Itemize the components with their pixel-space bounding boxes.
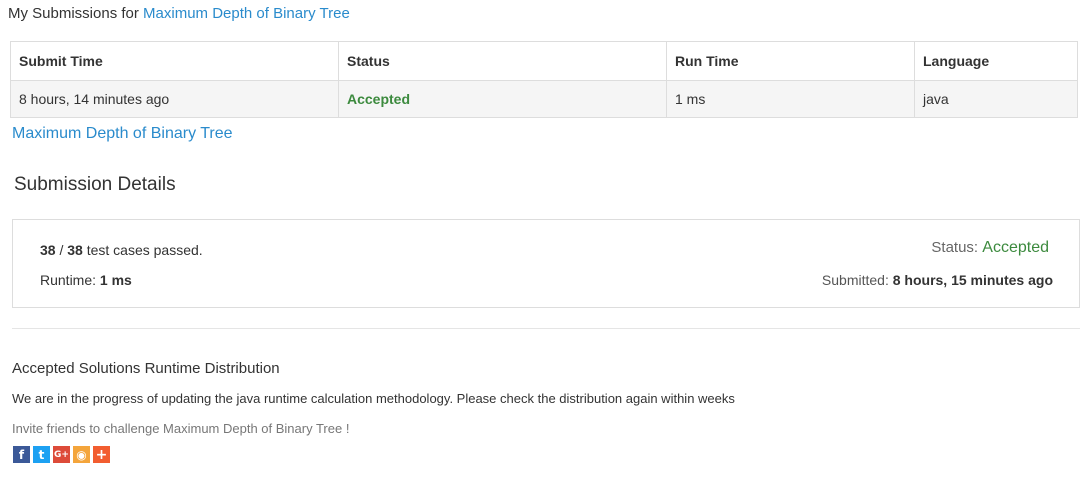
status-accepted-link[interactable]: Accepted (347, 91, 410, 107)
table-row: 8 hours, 14 minutes ago Accepted 1 ms ja… (10, 80, 1078, 118)
status-value: Accepted (982, 239, 1049, 256)
share-bar: f t G+ ◉ + (13, 446, 110, 463)
facebook-icon[interactable]: f (13, 446, 30, 463)
submissions-table: Submit Time Status Run Time Language 8 h… (10, 41, 1078, 118)
submission-details-title: Submission Details (14, 174, 176, 195)
status-summary: Status: Accepted (931, 239, 1049, 257)
table-header-row: Submit Time Status Run Time Language (10, 41, 1078, 81)
column-status: Status (338, 41, 667, 81)
total-count: 38 (67, 242, 83, 258)
column-language: Language (914, 41, 1078, 81)
cell-language: java (914, 80, 1078, 118)
submitted-summary: Submitted: 8 hours, 15 minutes ago (822, 272, 1053, 288)
google-plus-icon[interactable]: G+ (53, 446, 70, 463)
submitted-value: 8 hours, 15 minutes ago (892, 272, 1053, 288)
cases-separator: / (55, 242, 68, 258)
cell-status: Accepted (338, 80, 667, 118)
column-submit-time: Submit Time (10, 41, 339, 81)
cell-submit-time: 8 hours, 14 minutes ago (10, 80, 339, 118)
problem-title-link[interactable]: Maximum Depth of Binary Tree (143, 5, 350, 22)
distribution-title: Accepted Solutions Runtime Distribution (12, 360, 280, 377)
section-divider (12, 328, 1080, 329)
distribution-note: We are in the progress of updating the j… (12, 391, 735, 406)
twitter-icon[interactable]: t (33, 446, 50, 463)
heading-prefix: My Submissions for (8, 5, 139, 22)
cases-suffix: test cases passed. (86, 242, 203, 258)
runtime-summary: Runtime: 1 ms (40, 272, 132, 288)
more-share-icon[interactable]: + (93, 446, 110, 463)
passed-count: 38 (40, 242, 56, 258)
runtime-value: 1 ms (99, 272, 132, 288)
column-run-time: Run Time (666, 41, 915, 81)
runtime-label: Runtime: (40, 272, 97, 288)
test-cases-summary: 38 / 38 test cases passed. (40, 242, 203, 258)
weibo-icon[interactable]: ◉ (73, 446, 90, 463)
status-label: Status: (931, 239, 979, 256)
cell-run-time: 1 ms (666, 80, 915, 118)
submission-details-panel: 38 / 38 test cases passed. Runtime: 1 ms… (12, 219, 1080, 308)
submitted-label: Submitted: (821, 272, 889, 288)
invite-text: Invite friends to challenge Maximum Dept… (12, 421, 350, 436)
page-heading: My Submissions for Maximum Depth of Bina… (8, 5, 350, 22)
problem-link[interactable]: Maximum Depth of Binary Tree (12, 125, 233, 143)
